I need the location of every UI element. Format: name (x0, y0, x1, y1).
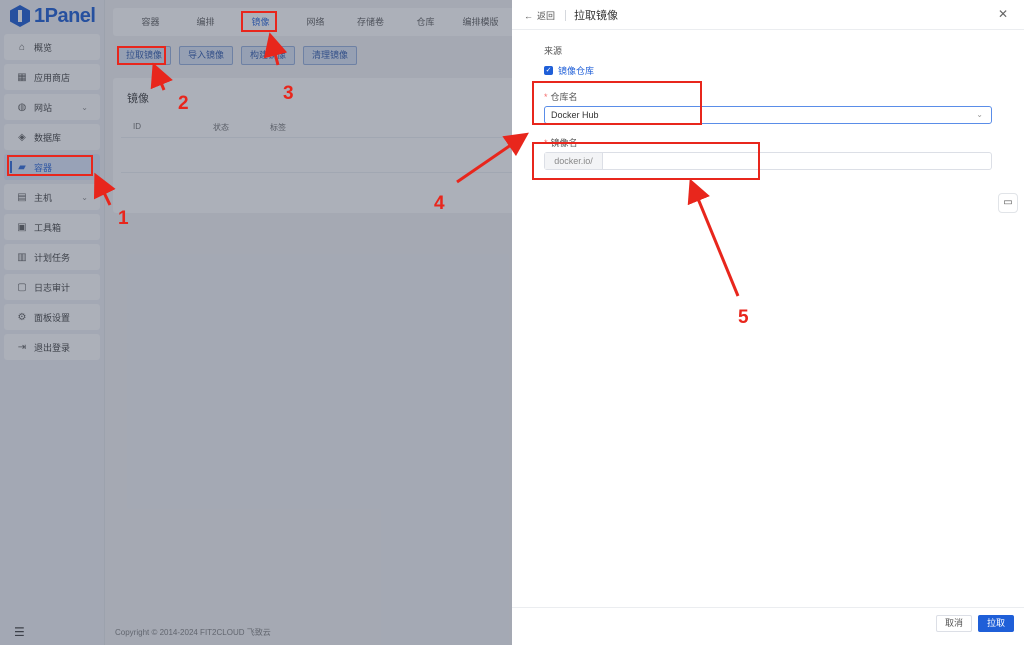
annotation-number-1: 1 (118, 208, 129, 229)
close-icon[interactable]: ✕ (998, 7, 1008, 21)
repo-label-text: 仓库名 (550, 92, 578, 102)
check-icon: ✓ (544, 66, 553, 75)
header-divider (565, 10, 566, 21)
annotation-number-3: 3 (283, 83, 294, 104)
image-label: * 镜像名 (544, 136, 578, 149)
drawer-header: ← 返回 拉取镜像 ✕ (512, 0, 1024, 30)
chevron-down-icon: ⌄ (976, 110, 983, 119)
source-label: 来源 (544, 46, 563, 56)
back-label: 返回 (537, 11, 556, 21)
registry-checkbox[interactable]: ✓ 镜像仓库 (544, 64, 594, 77)
footer-divider (512, 607, 1024, 608)
annotation-number-2: 2 (178, 93, 189, 114)
pull-image-drawer: ← 返回 拉取镜像 ✕ 来源 ✓ 镜像仓库 * 仓库名 Docker Hub ⌄ … (512, 0, 1024, 645)
repo-select-value: Docker Hub (551, 110, 599, 120)
image-label-text: 镜像名 (550, 138, 578, 148)
image-prefix: docker.io/ (545, 153, 603, 169)
modal-overlay[interactable] (0, 0, 512, 645)
feedback-icon[interactable]: ▭ (998, 193, 1018, 213)
repo-select[interactable]: Docker Hub ⌄ (544, 106, 992, 124)
required-mark: * (544, 138, 548, 148)
image-name-input-group: docker.io/ (544, 152, 992, 170)
repo-label: * 仓库名 (544, 90, 578, 103)
annotation-number-5: 5 (738, 307, 749, 328)
cancel-button[interactable]: 取消 (936, 615, 973, 632)
checkbox-label: 镜像仓库 (558, 66, 595, 76)
pull-button[interactable]: 拉取 (978, 615, 1015, 632)
required-mark: * (544, 92, 548, 102)
annotation-number-4: 4 (434, 193, 445, 214)
back-button[interactable]: ← 返回 (524, 9, 555, 22)
arrow-left-icon: ← (524, 10, 533, 21)
drawer-title: 拉取镜像 (574, 10, 618, 22)
